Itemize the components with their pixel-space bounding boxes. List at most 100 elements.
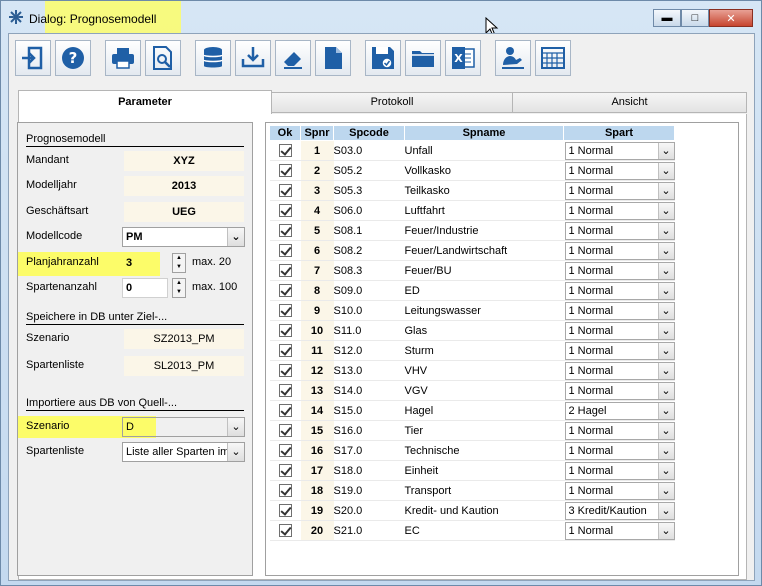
table-row[interactable]: 11 S12.0 Sturm 1 Normal ⌄: [269, 340, 675, 361]
table-row[interactable]: 12 S13.0 VHV 1 Normal ⌄: [269, 360, 675, 381]
column-header-spcode[interactable]: Spcode: [333, 125, 405, 141]
print-preview-button[interactable]: [145, 40, 181, 76]
ok-checkbox[interactable]: [278, 264, 292, 277]
ok-checkbox[interactable]: [278, 464, 292, 477]
ok-checkbox[interactable]: [278, 404, 292, 417]
ok-checkbox[interactable]: [278, 364, 292, 377]
ok-checkbox[interactable]: [278, 164, 292, 177]
spin-down-icon[interactable]: ▼: [176, 289, 182, 295]
chevron-down-icon[interactable]: ⌄: [657, 443, 674, 459]
spart-select[interactable]: 1 Normal ⌄: [564, 302, 675, 320]
table-row[interactable]: 18 S19.0 Transport 1 Normal ⌄: [269, 480, 675, 501]
table-row[interactable]: 13 S14.0 VGV 1 Normal ⌄: [269, 380, 675, 401]
chevron-down-icon[interactable]: ⌄: [657, 163, 674, 179]
new-document-button[interactable]: [315, 40, 351, 76]
spin-up-icon[interactable]: ▲: [176, 280, 182, 286]
sparten-spinner[interactable]: ▲ ▼: [172, 278, 186, 298]
chevron-down-icon[interactable]: ⌄: [657, 323, 674, 339]
spart-select[interactable]: 1 Normal ⌄: [564, 362, 675, 380]
spart-select[interactable]: 1 Normal ⌄: [564, 442, 675, 460]
table-row[interactable]: 19 S20.0 Kredit- und Kaution 3 Kredit/Kauti…: [269, 500, 675, 521]
ok-checkbox[interactable]: [278, 344, 292, 357]
open-folder-button[interactable]: [405, 40, 441, 76]
planjahre-input[interactable]: 3: [122, 253, 168, 273]
save-button[interactable]: [365, 40, 401, 76]
chevron-down-icon[interactable]: ⌄: [657, 303, 674, 319]
ok-checkbox[interactable]: [278, 384, 292, 397]
spin-up-icon[interactable]: ▲: [176, 255, 182, 261]
ok-checkbox[interactable]: [278, 284, 292, 297]
table-row[interactable]: 10 S11.0 Glas 1 Normal ⌄: [269, 320, 675, 341]
chevron-down-icon[interactable]: ⌄: [657, 223, 674, 239]
chevron-down-icon[interactable]: ⌄: [227, 228, 244, 246]
spart-select[interactable]: 1 Normal ⌄: [564, 262, 675, 280]
table-row[interactable]: 1 S03.0 Unfall 1 Normal ⌄: [269, 140, 675, 161]
table-row[interactable]: 4 S06.0 Luftfahrt 1 Normal ⌄: [269, 200, 675, 221]
spart-select[interactable]: 1 Normal ⌄: [564, 142, 675, 160]
ok-checkbox[interactable]: [278, 224, 292, 237]
ok-checkbox[interactable]: [278, 244, 292, 257]
table-row[interactable]: 5 S08.1 Feuer/Industrie 1 Normal ⌄: [269, 220, 675, 241]
eraser-button[interactable]: [275, 40, 311, 76]
tab-ansicht[interactable]: Ansicht: [512, 92, 747, 113]
spart-select[interactable]: 1 Normal ⌄: [564, 162, 675, 180]
table-row[interactable]: 8 S09.0 ED 1 Normal ⌄: [269, 280, 675, 301]
chevron-down-icon[interactable]: ⌄: [657, 263, 674, 279]
print-button[interactable]: [105, 40, 141, 76]
ok-checkbox[interactable]: [278, 184, 292, 197]
chevron-down-icon[interactable]: ⌄: [657, 383, 674, 399]
column-header-ok[interactable]: Ok: [269, 125, 301, 141]
chevron-down-icon[interactable]: ⌄: [657, 503, 674, 519]
quell-szenario-select[interactable]: D ⌄: [122, 417, 245, 437]
ok-checkbox[interactable]: [278, 524, 292, 537]
chevron-down-icon[interactable]: ⌄: [657, 363, 674, 379]
exit-button[interactable]: [15, 40, 51, 76]
ok-checkbox[interactable]: [278, 204, 292, 217]
spart-select[interactable]: 1 Normal ⌄: [564, 322, 675, 340]
modellcode-select[interactable]: PM ⌄: [122, 227, 245, 247]
user-button[interactable]: [495, 40, 531, 76]
table-row[interactable]: 3 S05.3 Teilkasko 1 Normal ⌄: [269, 180, 675, 201]
chevron-down-icon[interactable]: ⌄: [657, 183, 674, 199]
spart-select[interactable]: 2 Hagel ⌄: [564, 402, 675, 420]
chevron-down-icon[interactable]: ⌄: [227, 443, 244, 461]
column-header-spname[interactable]: Spname: [404, 125, 564, 141]
quell-spartenliste-select[interactable]: Liste aller Sparten im ⌄: [122, 442, 245, 462]
column-header-spnr[interactable]: Spnr: [300, 125, 334, 141]
ok-checkbox[interactable]: [278, 324, 292, 337]
table-row[interactable]: 2 S05.2 Vollkasko 1 Normal ⌄: [269, 160, 675, 181]
ok-checkbox[interactable]: [278, 444, 292, 457]
spart-select[interactable]: 1 Normal ⌄: [564, 522, 675, 540]
spart-select[interactable]: 1 Normal ⌄: [564, 462, 675, 480]
table-row[interactable]: 15 S16.0 Tier 1 Normal ⌄: [269, 420, 675, 441]
import-button[interactable]: [235, 40, 271, 76]
chevron-down-icon[interactable]: ⌄: [657, 483, 674, 499]
ok-checkbox[interactable]: [278, 144, 292, 157]
tab-protokoll[interactable]: Protokoll: [271, 92, 513, 113]
sparten-input[interactable]: 0: [122, 278, 168, 298]
chevron-down-icon[interactable]: ⌄: [227, 418, 244, 436]
spin-down-icon[interactable]: ▼: [176, 264, 182, 270]
column-header-spart[interactable]: Spart: [563, 125, 675, 141]
ok-checkbox[interactable]: [278, 304, 292, 317]
planjahre-spinner[interactable]: ▲ ▼: [172, 253, 186, 273]
spart-select[interactable]: 1 Normal ⌄: [564, 342, 675, 360]
spart-select[interactable]: 1 Normal ⌄: [564, 482, 675, 500]
title-bar[interactable]: Dialog: Prognosemodell ▬ □ ✕: [1, 1, 761, 41]
table-row[interactable]: 7 S08.3 Feuer/BU 1 Normal ⌄: [269, 260, 675, 281]
chevron-down-icon[interactable]: ⌄: [657, 203, 674, 219]
maximize-button[interactable]: □: [681, 9, 709, 27]
help-button[interactable]: ?: [55, 40, 91, 76]
spart-select[interactable]: 1 Normal ⌄: [564, 422, 675, 440]
calculator-button[interactable]: [535, 40, 571, 76]
chevron-down-icon[interactable]: ⌄: [657, 523, 674, 539]
table-row[interactable]: 14 S15.0 Hagel 2 Hagel ⌄: [269, 400, 675, 421]
excel-export-button[interactable]: X: [445, 40, 481, 76]
table-row[interactable]: 16 S17.0 Technische 1 Normal ⌄: [269, 440, 675, 461]
database-button[interactable]: [195, 40, 231, 76]
tab-parameter[interactable]: Parameter: [18, 90, 272, 115]
spart-select[interactable]: 1 Normal ⌄: [564, 182, 675, 200]
table-row[interactable]: 17 S18.0 Einheit 1 Normal ⌄: [269, 460, 675, 481]
chevron-down-icon[interactable]: ⌄: [657, 463, 674, 479]
ok-checkbox[interactable]: [278, 504, 292, 517]
